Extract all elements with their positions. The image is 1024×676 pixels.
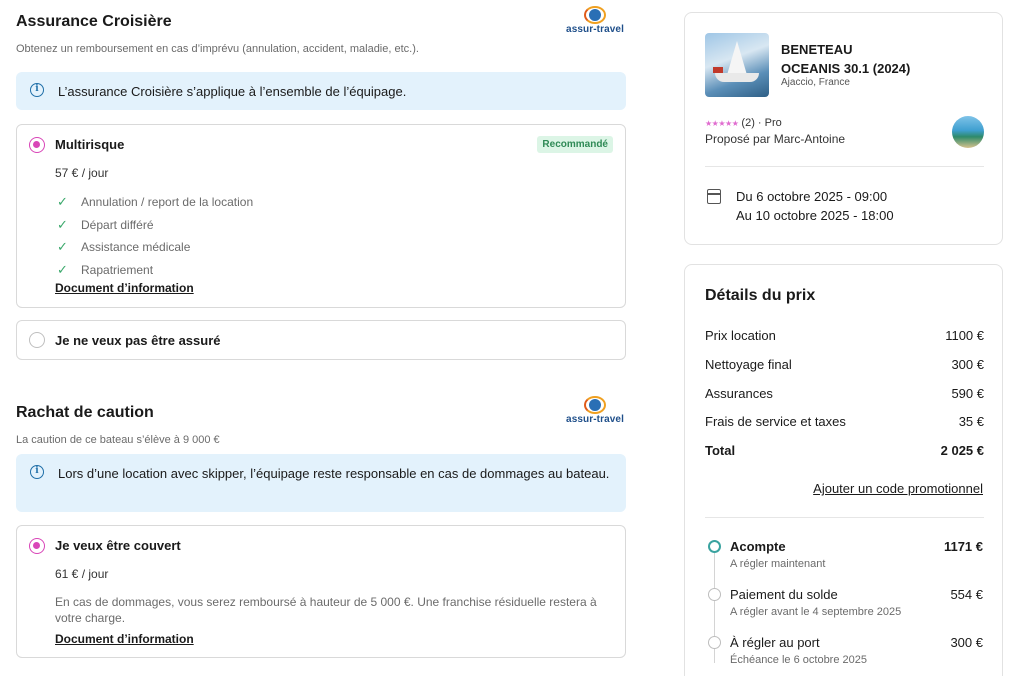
schedule-value: 300 € (950, 635, 983, 650)
coverage-description: En cas de dommages, vous serez remboursé… (55, 595, 597, 625)
assur-travel-logo: assur-travel (564, 396, 626, 426)
price-row: Frais de service et taxes 35 € (705, 414, 984, 429)
schedule-value: 554 € (950, 587, 983, 602)
feature-item: ✓ Rapatriement (57, 261, 154, 277)
total-row: Total 2 025 € (705, 443, 984, 458)
owner-text: Proposé par Marc-Antoine (705, 132, 846, 146)
check-icon: ✓ (57, 194, 68, 209)
divider (705, 166, 984, 167)
price-row: Assurances 590 € (705, 386, 984, 401)
rating: ★★★★★ (2) · Pro (705, 117, 782, 129)
option-price: 61 € / jour (55, 567, 109, 581)
info-icon: i (30, 465, 44, 479)
schedule-sub: Échéance le 6 octobre 2025 (730, 654, 867, 666)
boat-location: Ajaccio, France (781, 77, 850, 88)
promo-code-link[interactable]: Ajouter un code promotionnel (813, 481, 983, 496)
globe-icon (584, 396, 606, 414)
assur-travel-logo: assur-travel (564, 6, 626, 36)
star-icons: ★★★★★ (705, 119, 739, 128)
feature-item: ✓ Assistance médicale (57, 239, 191, 254)
insurance-subtitle: Obtenez un remboursement en cas d’imprév… (16, 43, 419, 55)
option-price: 57 € / jour (55, 166, 109, 180)
booking-card: BENETEAU OCEANIS 30.1 (2024) Ajaccio, Fr… (684, 12, 1003, 245)
date-start: Du 6 octobre 2025 - 09:00 (736, 189, 888, 204)
schedule-sub: A régler avant le 4 septembre 2025 (730, 606, 902, 618)
schedule-title: Paiement du solde (730, 587, 838, 602)
deposit-title: Rachat de caution (16, 404, 154, 421)
calendar-icon (707, 189, 721, 204)
price-row: Nettoyage final 300 € (705, 357, 984, 372)
document-information-link[interactable]: Document d’information (55, 632, 609, 646)
deposit-info-box: i Lors d’une location avec skipper, l’éq… (16, 454, 626, 512)
option-no-insurance[interactable]: Je ne veux pas être assuré (16, 320, 626, 360)
multirisque-radio[interactable] (29, 137, 45, 153)
option-title: Je ne veux pas être assuré (55, 333, 221, 348)
schedule-title: À régler au port (730, 635, 820, 650)
logo-text: assur-travel (566, 414, 624, 425)
check-icon: ✓ (57, 261, 68, 277)
deposit-info-text: Lors d’une location avec skipper, l’équi… (58, 466, 610, 481)
options-column: Assurance Croisière Obtenez un rembourse… (16, 0, 626, 658)
option-title: Multirisque (55, 137, 125, 152)
schedule-title: Acompte (730, 539, 786, 554)
covered-radio[interactable] (29, 538, 45, 554)
balance-step-dot (708, 588, 721, 601)
summary-column: BENETEAU OCEANIS 30.1 (2024) Ajaccio, Fr… (684, 12, 1003, 676)
check-icon: ✓ (57, 216, 68, 232)
boat-photo (705, 33, 769, 97)
insurance-title: Assurance Croisière (16, 13, 172, 30)
option-covered[interactable]: Je veux être couvert 61 € / jour En cas … (16, 525, 626, 658)
schedule-sub: A régler maintenant (730, 558, 826, 570)
date-end: Au 10 octobre 2025 - 18:00 (736, 208, 894, 223)
globe-icon (584, 6, 606, 24)
price-row: Prix location 1100 € (705, 328, 984, 343)
booking-dates: Du 6 octobre 2025 - 09:00 Au 10 octobre … (736, 187, 894, 225)
port-step-dot (708, 636, 721, 649)
insurance-info-box: i L’assurance Croisière s’applique à l’e… (16, 72, 626, 110)
check-icon: ✓ (57, 239, 68, 254)
logo-text: assur-travel (566, 24, 624, 35)
option-multirisque[interactable]: Multirisque Recommandé 57 € / jour ✓ Annu… (16, 124, 626, 308)
option-title: Je veux être couvert (55, 538, 181, 553)
feature-item: ✓ Annulation / report de la location (57, 194, 254, 209)
deposit-subtitle: La caution de ce bateau s’élève à 9 000 … (16, 434, 220, 446)
rating-text: (2) · Pro (741, 117, 782, 129)
boat-name: BENETEAU OCEANIS 30.1 (2024) (781, 42, 911, 76)
insurance-info-text: L’assurance Croisière s’applique à l’ens… (58, 84, 407, 99)
recommended-badge: Recommandé (537, 136, 613, 153)
no-insurance-radio[interactable] (29, 332, 45, 348)
deposit-step-dot (708, 540, 721, 553)
price-details-title: Détails du prix (705, 287, 816, 304)
schedule-value: 1171 € (943, 539, 983, 554)
insurance-section-header: Assurance Croisière Obtenez un rembourse… (16, 0, 626, 60)
avatar (952, 116, 984, 148)
divider (705, 517, 984, 518)
info-icon: i (30, 83, 44, 97)
feature-list: ✓ Annulation / report de la location ✓ Dép… (55, 194, 609, 284)
deposit-section-header: Rachat de caution La caution de ce batea… (16, 396, 626, 454)
feature-item: ✓ Départ différé (57, 216, 154, 232)
price-details-card: Détails du prix Prix location 1100 € Nett… (684, 264, 1003, 676)
